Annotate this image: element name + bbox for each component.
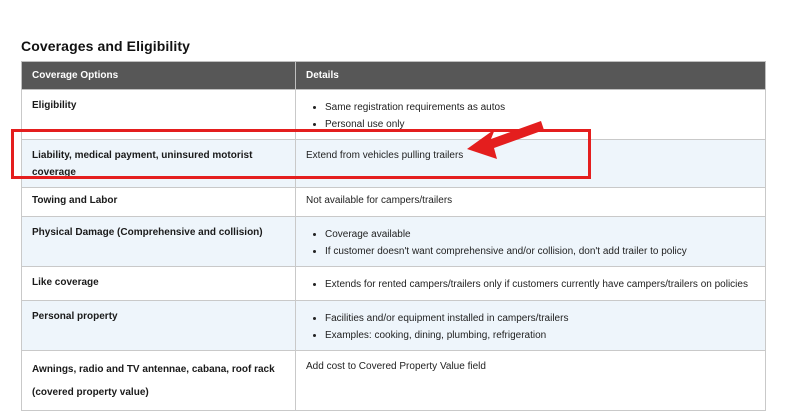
details-list: Coverage available If customer doesn't w…	[306, 226, 755, 260]
coverage-option-cell: Awnings, radio and TV antennae, cabana, …	[21, 350, 296, 411]
list-item: Coverage available	[325, 226, 755, 243]
details-cell: Same registration requirements as autos …	[295, 89, 766, 140]
table-row: Like coverage Extends for rented campers…	[21, 266, 766, 301]
coverage-option-line: (covered property value)	[32, 387, 149, 398]
column-header-coverage-options: Coverage Options	[21, 61, 296, 90]
details-cell: Extends for rented campers/trailers only…	[295, 266, 766, 301]
coverage-option-line: Awnings, radio and TV antennae, cabana, …	[32, 364, 275, 375]
details-cell: Coverage available If customer doesn't w…	[295, 216, 766, 267]
list-item: Same registration requirements as autos	[325, 99, 755, 116]
table-header-row: Coverage Options Details	[21, 61, 766, 90]
details-cell: Not available for campers/trailers	[295, 187, 766, 217]
list-item: If customer doesn't want comprehensive a…	[325, 243, 755, 260]
coverage-option-cell: Towing and Labor	[21, 187, 296, 217]
details-list: Same registration requirements as autos …	[306, 99, 755, 133]
page-title: Coverages and Eligibility	[21, 38, 190, 54]
list-item: Extends for rented campers/trailers only…	[325, 276, 755, 293]
details-list: Extends for rented campers/trailers only…	[306, 276, 755, 293]
details-list: Facilities and/or equipment installed in…	[306, 310, 755, 344]
coverage-option-cell: Physical Damage (Comprehensive and colli…	[21, 216, 296, 267]
table-row: Personal property Facilities and/or equi…	[21, 300, 766, 351]
table-row: Physical Damage (Comprehensive and colli…	[21, 216, 766, 267]
details-cell: Add cost to Covered Property Value field	[295, 350, 766, 411]
list-item: Examples: cooking, dining, plumbing, ref…	[325, 327, 755, 344]
table-row: Eligibility Same registration requiremen…	[21, 89, 766, 140]
column-header-details: Details	[295, 61, 766, 90]
coverage-option-cell: Eligibility	[21, 89, 296, 140]
table-row: Awnings, radio and TV antennae, cabana, …	[21, 350, 766, 411]
table-row: Towing and Labor Not available for campe…	[21, 187, 766, 217]
list-item: Facilities and/or equipment installed in…	[325, 310, 755, 327]
details-cell: Facilities and/or equipment installed in…	[295, 300, 766, 351]
coverage-option-cell: Liability, medical payment, uninsured mo…	[21, 139, 296, 188]
details-cell: Extend from vehicles pulling trailers	[295, 139, 766, 188]
table-row: Liability, medical payment, uninsured mo…	[21, 139, 766, 188]
coverage-option-cell: Personal property	[21, 300, 296, 351]
list-item: Personal use only	[325, 116, 755, 133]
coverage-table: Coverage Options Details Eligibility Sam…	[21, 61, 766, 411]
coverage-option-cell: Like coverage	[21, 266, 296, 301]
